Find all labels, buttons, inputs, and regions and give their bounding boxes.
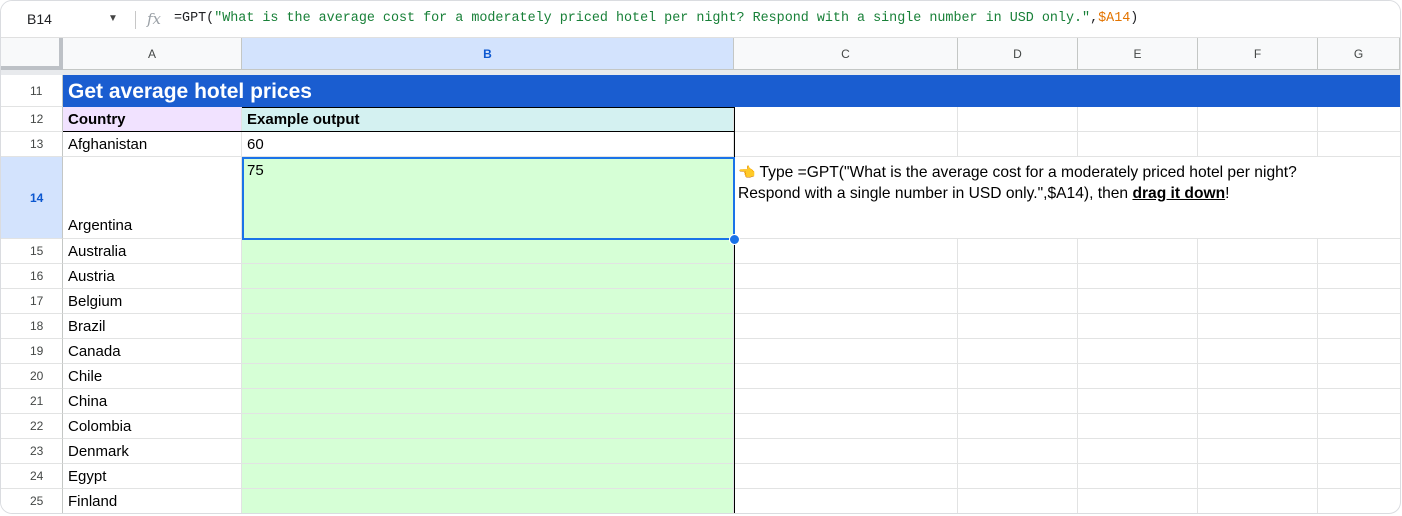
- country-cell[interactable]: Colombia: [63, 414, 242, 439]
- spreadsheet-window: B14 ▼ fx =GPT("What is the average cost …: [0, 0, 1401, 514]
- country-cell[interactable]: Egypt: [63, 464, 242, 489]
- sheet-banner-title[interactable]: Get average hotel prices: [63, 75, 1400, 107]
- country-cell[interactable]: Australia: [63, 239, 242, 264]
- instruction-line-2-prefix: Respond with a single number in USD only…: [738, 185, 1133, 202]
- row-header-14[interactable]: 14: [1, 157, 63, 239]
- drag-it-down-text: drag it down: [1132, 185, 1226, 202]
- row-header-20[interactable]: 20: [1, 364, 63, 389]
- column-header-c[interactable]: C: [734, 38, 958, 70]
- country-column-header[interactable]: Country: [63, 107, 242, 132]
- pointing-hand-icon: 👈: [738, 164, 756, 180]
- output-cell[interactable]: [242, 289, 734, 314]
- select-all-corner[interactable]: [1, 38, 63, 70]
- formula-bar: B14 ▼ fx =GPT("What is the average cost …: [1, 1, 1400, 38]
- country-cell-text: Argentina: [68, 217, 133, 234]
- column-header-d[interactable]: D: [958, 38, 1078, 70]
- row-header-11[interactable]: 11: [1, 75, 63, 107]
- column-header-g[interactable]: G: [1318, 38, 1400, 70]
- row-header-12[interactable]: 12: [1, 107, 63, 132]
- row-header-22[interactable]: 22: [1, 414, 63, 439]
- row-header-13[interactable]: 13: [1, 132, 63, 157]
- row-header-15[interactable]: 15: [1, 239, 63, 264]
- output-cell[interactable]: [242, 314, 734, 339]
- column-header-a[interactable]: A: [63, 38, 242, 70]
- formula-string-argument: "What is the average cost for a moderate…: [214, 11, 1091, 26]
- country-cell[interactable]: Finland: [63, 489, 242, 513]
- name-box[interactable]: B14: [1, 1, 96, 37]
- output-cell[interactable]: [242, 389, 734, 414]
- output-cell[interactable]: [242, 364, 734, 389]
- country-cell[interactable]: Chile: [63, 364, 242, 389]
- output-cell[interactable]: [242, 489, 734, 513]
- name-box-dropdown-icon[interactable]: ▼: [108, 1, 118, 37]
- row-header-18[interactable]: 18: [1, 314, 63, 339]
- column-header-f[interactable]: F: [1198, 38, 1318, 70]
- sheet-grid[interactable]: A B C D E F G 11 Get average hotel price…: [1, 38, 1400, 513]
- country-cell[interactable]: Brazil: [63, 314, 242, 339]
- country-cell[interactable]: Afghanistan: [63, 132, 242, 157]
- column-header-e[interactable]: E: [1078, 38, 1198, 70]
- formula-comma: ,: [1090, 11, 1099, 26]
- output-cell[interactable]: [242, 339, 734, 364]
- country-cell[interactable]: Argentina: [63, 157, 242, 239]
- formula-prefix: =GPT(: [174, 11, 215, 26]
- row-header-21[interactable]: 21: [1, 389, 63, 414]
- country-cell[interactable]: Austria: [63, 264, 242, 289]
- output-cell[interactable]: [242, 464, 734, 489]
- empty-cell[interactable]: [734, 107, 958, 132]
- instruction-row-bottom-line: [734, 238, 1400, 239]
- row-header-19[interactable]: 19: [1, 339, 63, 364]
- output-cell[interactable]: [242, 264, 734, 289]
- column-header-b[interactable]: B: [242, 38, 734, 70]
- empty-cell[interactable]: [734, 132, 958, 157]
- fill-handle[interactable]: [729, 234, 740, 245]
- example-output-column-header[interactable]: Example output: [242, 107, 734, 132]
- instruction-line-1: Type =GPT("What is the average cost for …: [759, 164, 1297, 181]
- selected-cell-b14[interactable]: [242, 157, 735, 240]
- instruction-note-overlay: 👈 Type =GPT("What is the average cost fo…: [738, 162, 1297, 204]
- row-header-24[interactable]: 24: [1, 464, 63, 489]
- output-cell[interactable]: [242, 414, 734, 439]
- row-header-23[interactable]: 23: [1, 439, 63, 464]
- output-cell[interactable]: [242, 439, 734, 464]
- row-header-17[interactable]: 17: [1, 289, 63, 314]
- instruction-line-2-suffix: !: [1225, 185, 1230, 202]
- formula-bar-divider: [135, 11, 136, 29]
- row-header-25[interactable]: 25: [1, 489, 63, 513]
- row-lines-right-bottom: [734, 214, 1400, 513]
- formula-input[interactable]: =GPT("What is the average cost for a mod…: [174, 1, 1138, 37]
- row-header-16[interactable]: 16: [1, 264, 63, 289]
- country-cell[interactable]: Denmark: [63, 439, 242, 464]
- formula-suffix: ): [1130, 11, 1139, 26]
- output-cell[interactable]: [242, 239, 734, 264]
- country-cell[interactable]: China: [63, 389, 242, 414]
- country-cell[interactable]: Canada: [63, 339, 242, 364]
- output-cell[interactable]: 60: [242, 132, 734, 157]
- formula-cell-reference: $A14: [1098, 11, 1131, 26]
- country-cell[interactable]: Belgium: [63, 289, 242, 314]
- function-icon: fx: [147, 10, 162, 28]
